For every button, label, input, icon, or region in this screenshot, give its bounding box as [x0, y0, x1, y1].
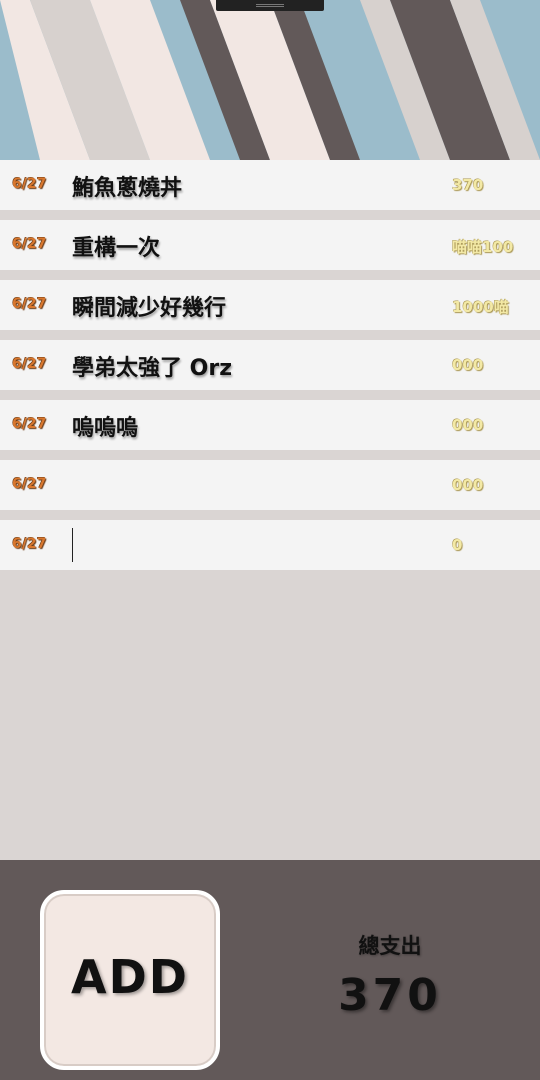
expense-date: 6/27 [12, 236, 47, 252]
expense-row[interactable]: 6/27 鮪魚蔥燒丼 370 [0, 160, 540, 210]
expense-row[interactable]: 6/27 學弟太強了 Orz 000 [0, 340, 540, 390]
expense-date: 6/27 [12, 356, 47, 372]
camera-notch [216, 0, 324, 11]
expense-amount[interactable]: 000 [452, 476, 483, 494]
expense-amount[interactable]: 000 [452, 356, 483, 374]
expense-row[interactable]: 6/27 瞬間減少好幾行 1000喵 [0, 280, 540, 330]
expense-date: 6/27 [12, 416, 47, 432]
add-button[interactable]: ADD [40, 890, 220, 1070]
total-expense-label: 總支出 [358, 934, 422, 958]
expense-amount[interactable]: 000 [452, 416, 483, 434]
header-banner [0, 0, 540, 160]
expense-name[interactable]: 學弟太強了 Orz [72, 350, 232, 382]
notch-line [256, 6, 284, 7]
expense-name[interactable]: 重構一次 [72, 230, 160, 262]
expense-date: 6/27 [12, 296, 47, 312]
add-button-label: ADD [71, 950, 189, 1004]
expense-name[interactable]: 瞬間減少好幾行 [72, 290, 226, 322]
expense-row[interactable]: 6/27 嗚嗚嗚 000 [0, 400, 540, 450]
expense-name[interactable]: 嗚嗚嗚 [72, 410, 138, 442]
expense-date: 6/27 [12, 476, 47, 492]
expense-row-new[interactable]: 6/27 0 [0, 520, 540, 570]
expense-name[interactable]: 鮪魚蔥燒丼 [72, 170, 182, 202]
expense-amount[interactable]: 喵喵100 [452, 236, 513, 257]
expense-name-input[interactable] [72, 528, 333, 562]
expense-row[interactable]: 6/27 000 [0, 460, 540, 510]
expense-amount[interactable]: 370 [452, 176, 483, 194]
expense-amount[interactable]: 1000喵 [452, 296, 509, 317]
footer-panel: ADD 總支出 370 [0, 860, 540, 1080]
expense-row[interactable]: 6/27 重構一次 喵喵100 [0, 220, 540, 270]
expense-date: 6/27 [12, 176, 47, 192]
notch-line [256, 4, 284, 5]
expense-amount-input[interactable]: 0 [452, 536, 462, 554]
striped-banner-graphic [0, 0, 540, 160]
expense-list: 6/27 鮪魚蔥燒丼 370 6/27 重構一次 喵喵100 6/27 瞬間減少… [0, 160, 540, 580]
expense-date: 6/27 [12, 536, 47, 552]
total-expense-value: 370 [338, 970, 442, 1021]
